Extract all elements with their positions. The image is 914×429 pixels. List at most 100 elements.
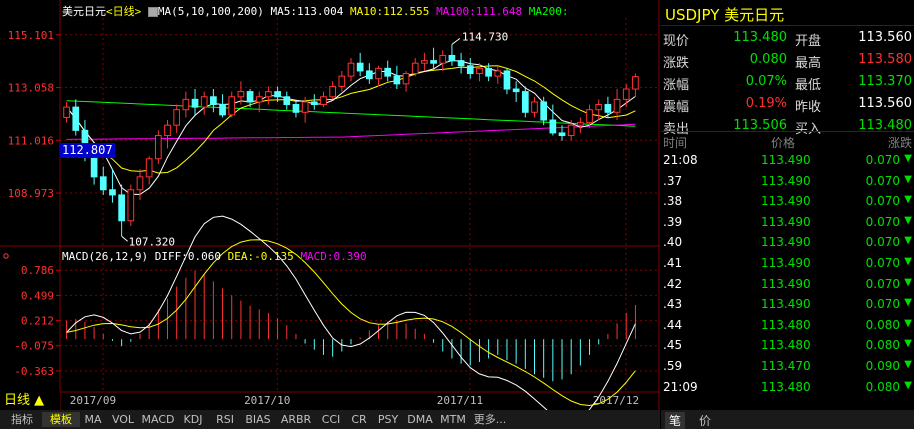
date-axis-label: 2017/09 bbox=[70, 394, 116, 407]
candle-body[interactable] bbox=[274, 91, 281, 98]
candle-body[interactable] bbox=[512, 88, 520, 93]
tab-prices[interactable]: 价 bbox=[695, 412, 715, 429]
candle-body[interactable] bbox=[540, 101, 548, 121]
candle-body[interactable] bbox=[338, 75, 346, 87]
candle-body[interactable] bbox=[402, 73, 410, 85]
candle-body[interactable] bbox=[613, 98, 621, 113]
tick-row: .42 113.490 0.070 ▼ bbox=[661, 277, 914, 296]
tab-mtm[interactable]: MTM bbox=[436, 412, 470, 427]
candle-body[interactable] bbox=[237, 91, 245, 98]
tab-bias[interactable]: BIAS bbox=[240, 412, 276, 427]
candle-body[interactable] bbox=[90, 155, 98, 178]
candle-body[interactable] bbox=[173, 109, 181, 126]
tab-cci[interactable]: CCI bbox=[316, 412, 346, 427]
candle-body[interactable] bbox=[466, 65, 474, 75]
candle-body[interactable] bbox=[567, 124, 575, 137]
candle-body[interactable] bbox=[632, 76, 639, 90]
tab-trades[interactable]: 笔 bbox=[665, 412, 686, 429]
candle-body[interactable] bbox=[63, 106, 70, 118]
candle-body[interactable] bbox=[72, 106, 80, 131]
ma-toggle-icon[interactable] bbox=[147, 7, 158, 17]
candle-body[interactable] bbox=[595, 104, 603, 111]
chart-area[interactable]: 115.101 113.058 111.016 108.973 0.786 0.499 0.… bbox=[0, 0, 660, 429]
candle-body[interactable] bbox=[531, 101, 538, 113]
candle-body[interactable] bbox=[448, 54, 456, 62]
tab-cr[interactable]: CR bbox=[346, 412, 372, 427]
candle-body[interactable] bbox=[164, 124, 171, 137]
tick-time: .41 bbox=[663, 256, 683, 270]
ticks-header-time: 时间 bbox=[663, 136, 688, 150]
candle-body[interactable] bbox=[430, 60, 437, 64]
quote-label: 最低 bbox=[795, 78, 822, 93]
tab-psy[interactable]: PSY bbox=[372, 412, 404, 427]
macd-axis-label: 0.786 bbox=[21, 264, 54, 277]
macd-header: MACD(26,12,9) DIFF:0.060 DEA:-0.135 MACD… bbox=[62, 250, 367, 263]
candle-body[interactable] bbox=[301, 101, 309, 113]
period-button[interactable]: 日线 ▲ bbox=[0, 391, 60, 410]
kline-chart[interactable]: 115.101 113.058 111.016 108.973 0.786 0.499 0.… bbox=[0, 0, 660, 429]
tab-ma[interactable]: MA bbox=[80, 412, 106, 427]
tab-dma[interactable]: DMA bbox=[404, 412, 436, 427]
candle-body[interactable] bbox=[182, 98, 190, 111]
candle-body[interactable] bbox=[265, 91, 272, 98]
quote-value: 113.560 bbox=[858, 30, 912, 45]
quote-panel: USDJPY 美元日元 现价 113.480 开盘 113.560 涨跌 0.080 最高 1… bbox=[661, 0, 914, 429]
candle-body[interactable] bbox=[154, 135, 162, 160]
candle-body[interactable] bbox=[622, 88, 630, 100]
candle-body[interactable] bbox=[347, 62, 355, 77]
tab-macd[interactable]: MACD bbox=[140, 412, 176, 427]
candle-body[interactable] bbox=[393, 75, 401, 85]
candle-body[interactable] bbox=[604, 104, 612, 113]
tab-arbr[interactable]: ARBR bbox=[276, 412, 316, 427]
candle-body[interactable] bbox=[503, 70, 511, 90]
tab-indicators[interactable]: 指标 bbox=[2, 412, 42, 427]
candle-body[interactable] bbox=[384, 67, 392, 77]
indicator-settings-icon[interactable] bbox=[3, 253, 9, 259]
candle-body[interactable] bbox=[136, 176, 144, 191]
candle-body[interactable] bbox=[494, 70, 502, 77]
candle-body[interactable] bbox=[476, 67, 483, 75]
candle-body[interactable] bbox=[109, 189, 116, 196]
candle-body[interactable] bbox=[127, 189, 135, 222]
candle-body[interactable] bbox=[457, 60, 465, 67]
candle-body[interactable] bbox=[549, 119, 557, 134]
candle-body[interactable] bbox=[558, 132, 566, 137]
candle-body[interactable] bbox=[283, 96, 291, 106]
candle-body[interactable] bbox=[99, 176, 107, 191]
candle-body[interactable] bbox=[118, 194, 125, 222]
candle-body[interactable] bbox=[586, 109, 593, 124]
candle-body[interactable] bbox=[200, 96, 208, 108]
candle-body[interactable] bbox=[485, 67, 492, 77]
candle-body[interactable] bbox=[375, 67, 382, 80]
candle-body[interactable] bbox=[255, 96, 263, 103]
candle-body[interactable] bbox=[329, 85, 336, 98]
tick-time: .45 bbox=[663, 338, 683, 353]
candle-body[interactable] bbox=[219, 104, 226, 116]
down-arrow-icon: ▼ bbox=[904, 338, 912, 350]
tab-kdj[interactable]: KDJ bbox=[176, 412, 210, 427]
date-axis-label: 2017/11 bbox=[437, 394, 483, 407]
tab-rsi[interactable]: RSI bbox=[210, 412, 240, 427]
candle-body[interactable] bbox=[145, 158, 153, 178]
candle-body[interactable] bbox=[577, 122, 584, 126]
tick-price: 113.480 bbox=[761, 379, 811, 394]
candle-body[interactable] bbox=[521, 91, 529, 113]
candle-body[interactable] bbox=[320, 96, 327, 106]
candle-body[interactable] bbox=[210, 96, 217, 106]
candle-body[interactable] bbox=[421, 60, 428, 64]
candle-body[interactable] bbox=[228, 96, 236, 116]
candle-body[interactable] bbox=[439, 54, 447, 64]
candle-body[interactable] bbox=[292, 104, 300, 113]
quote-label: 涨幅 bbox=[663, 78, 690, 93]
candle-body[interactable] bbox=[310, 101, 318, 106]
ma200-value: MA200: bbox=[528, 5, 569, 18]
candle-body[interactable] bbox=[246, 91, 254, 103]
candle-body[interactable] bbox=[356, 62, 364, 72]
tab-templates[interactable]: 模板 bbox=[42, 412, 80, 427]
tick-time: .43 bbox=[663, 297, 683, 312]
tab-more[interactable]: 更多... bbox=[470, 412, 510, 427]
tab-vol[interactable]: VOL bbox=[106, 412, 140, 427]
candle-body[interactable] bbox=[366, 70, 373, 80]
candle-body[interactable] bbox=[191, 98, 199, 108]
candle-body[interactable] bbox=[411, 62, 419, 75]
